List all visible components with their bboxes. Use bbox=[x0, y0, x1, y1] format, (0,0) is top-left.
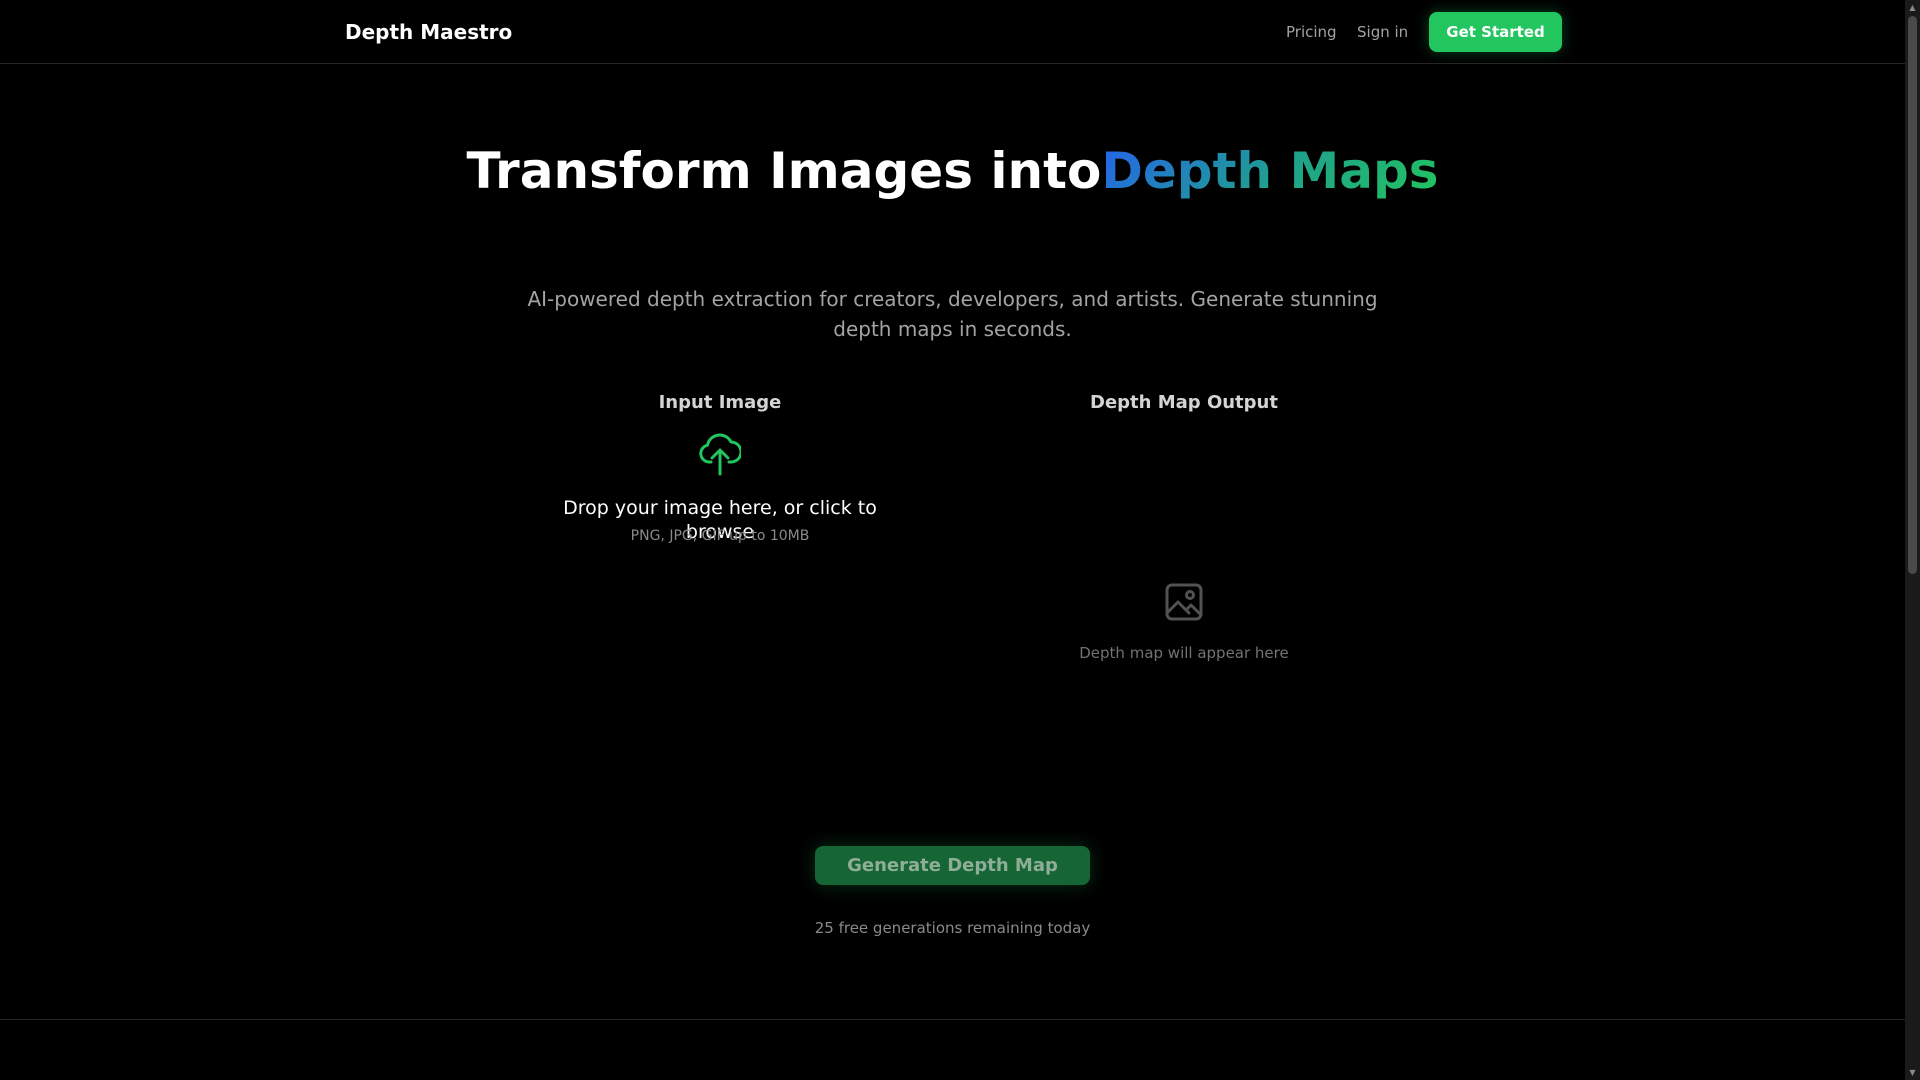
cloud-upload-icon bbox=[699, 433, 741, 476]
remaining-generations-text: 25 free generations remaining today bbox=[814, 919, 1091, 937]
image-icon bbox=[1165, 583, 1203, 621]
input-panel-title: Input Image bbox=[658, 392, 782, 413]
get-started-button[interactable]: Get Started bbox=[1429, 12, 1562, 52]
site-header: Depth Maestro Pricing Sign in Get Starte… bbox=[0, 0, 1905, 64]
scrollbar-thumb[interactable] bbox=[1908, 16, 1917, 574]
depth-map-output-panel: Depth Map Output Depth map will appear h… bbox=[994, 392, 1374, 782]
hero-subtitle: AI-powered depth extraction for creators… bbox=[527, 287, 1378, 341]
nav-pricing-link[interactable]: Pricing bbox=[1286, 22, 1337, 42]
logo[interactable]: Depth Maestro bbox=[345, 20, 512, 44]
vertical-scrollbar[interactable]: ▲ ▼ bbox=[1905, 0, 1920, 1080]
footer-divider bbox=[0, 1019, 1905, 1020]
scroll-up-arrow-icon[interactable]: ▲ bbox=[1908, 3, 1917, 12]
scroll-down-arrow-icon[interactable]: ▼ bbox=[1908, 1068, 1917, 1077]
file-type-hint: PNG, JPG, GIF up to 10MB bbox=[630, 528, 810, 544]
output-placeholder-text: Depth map will appear here bbox=[1079, 644, 1289, 662]
nav-sign-in-link[interactable]: Sign in bbox=[1357, 22, 1408, 42]
hero-title: Transform Images intoDepth Maps bbox=[460, 142, 1445, 200]
hero-title-highlight: Depth Maps bbox=[1101, 142, 1439, 200]
output-panel-title: Depth Map Output bbox=[1090, 392, 1278, 413]
input-image-dropzone[interactable]: Input Image Drop your image here, or cli… bbox=[530, 392, 910, 782]
generate-depth-map-button[interactable]: Generate Depth Map bbox=[815, 846, 1090, 885]
hero-title-plain: Transform Images into bbox=[466, 142, 1102, 200]
